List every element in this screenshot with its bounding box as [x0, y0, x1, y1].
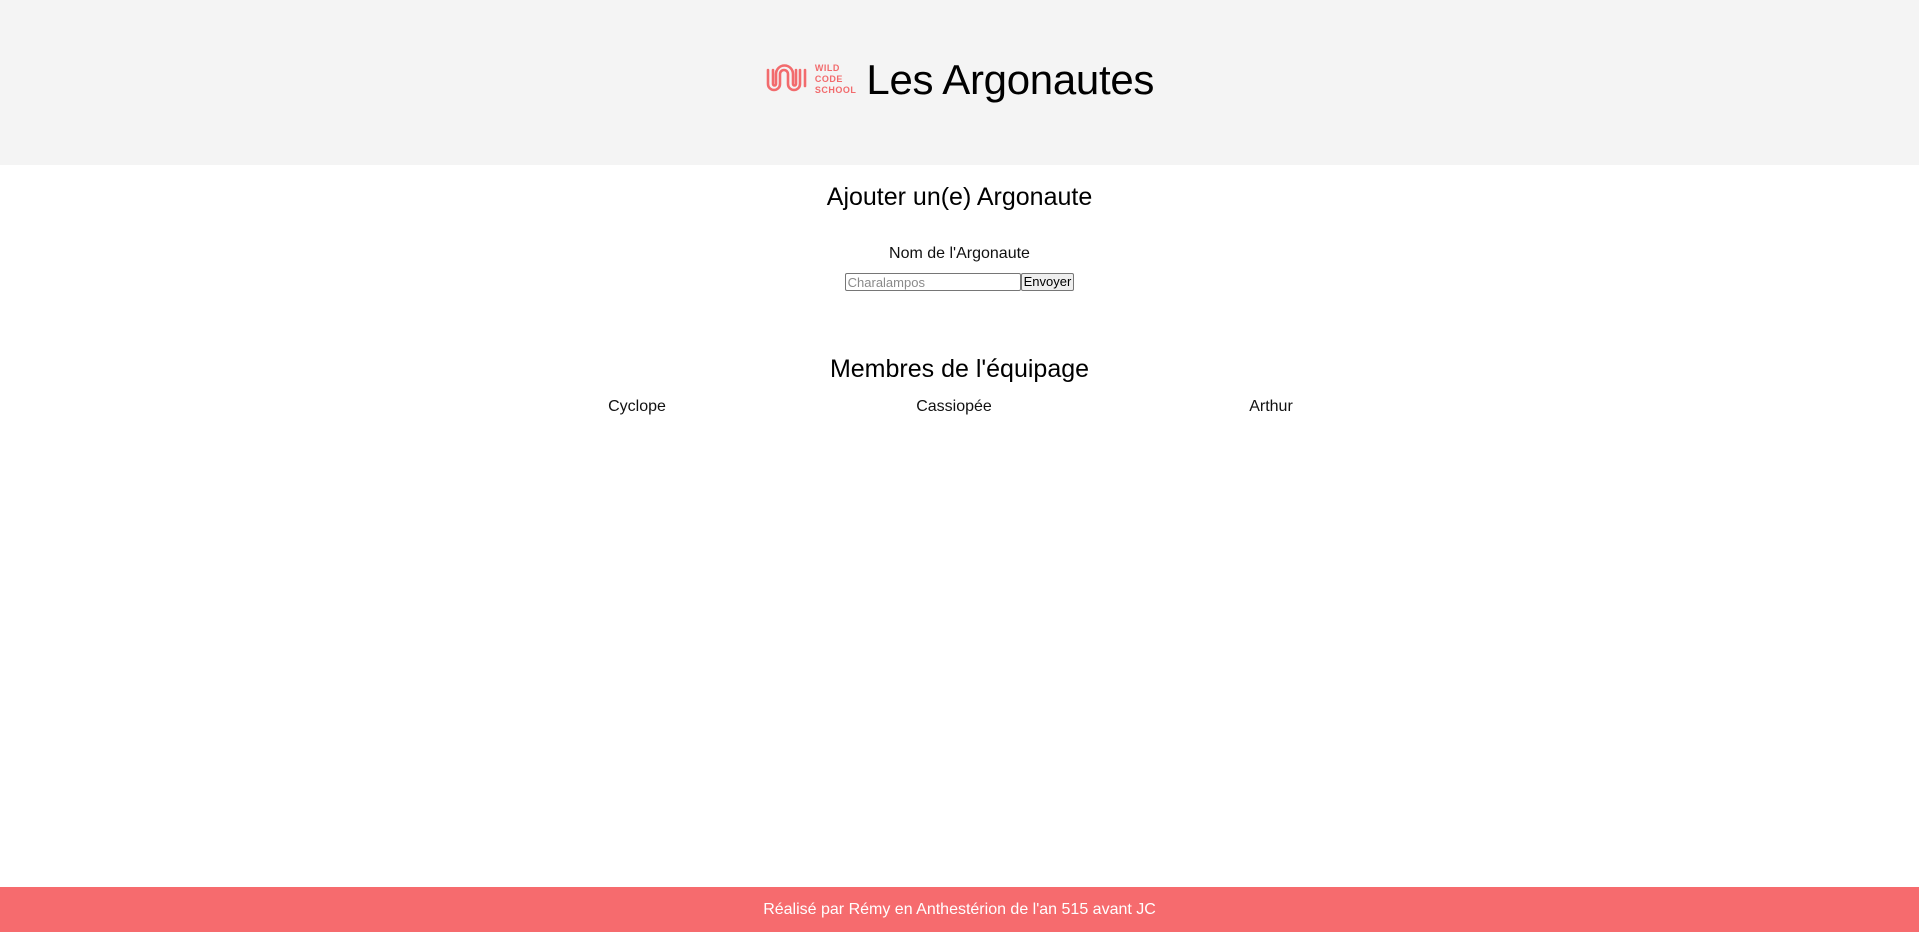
page: WILD CODE SCHOOL Les Argonautes Ajouter … — [0, 0, 1919, 932]
argonaut-name-input[interactable] — [844, 273, 1021, 291]
logo-line-wild: WILD — [814, 63, 840, 73]
member-item: Arthur — [1249, 398, 1293, 415]
new-member-form: Envoyer — [0, 273, 1919, 291]
member-list: Cyclope Cassiopée Arthur — [0, 398, 1919, 420]
brand: WILD CODE SCHOOL Les Argonautes — [765, 56, 1154, 104]
site-header: WILD CODE SCHOOL Les Argonautes — [0, 0, 1919, 165]
logo-wordmark: WILD CODE SCHOOL — [815, 63, 857, 96]
add-argonaut-heading: Ajouter un(e) Argonaute — [826, 183, 1093, 211]
send-button[interactable]: Envoyer — [1020, 273, 1075, 291]
argonaut-name-label: Nom de l'Argonaute — [889, 245, 1030, 262]
wild-code-school-logo[interactable]: WILD CODE SCHOOL — [765, 63, 857, 96]
footer-credit: Réalisé par Rémy en Anthestérion de l'an… — [763, 900, 1156, 918]
logo-line-code: CODE — [814, 74, 843, 84]
wild-code-school-logo-icon — [766, 63, 807, 91]
site-title: Les Argonautes — [866, 55, 1155, 103]
logo-line-school: SCHOOL — [814, 85, 857, 95]
member-item: Cyclope — [608, 398, 666, 415]
site-footer: Réalisé par Rémy en Anthestérion de l'an… — [0, 887, 1919, 932]
member-item: Cassiopée — [916, 398, 992, 415]
crew-members-heading: Membres de l'équipage — [829, 355, 1090, 383]
